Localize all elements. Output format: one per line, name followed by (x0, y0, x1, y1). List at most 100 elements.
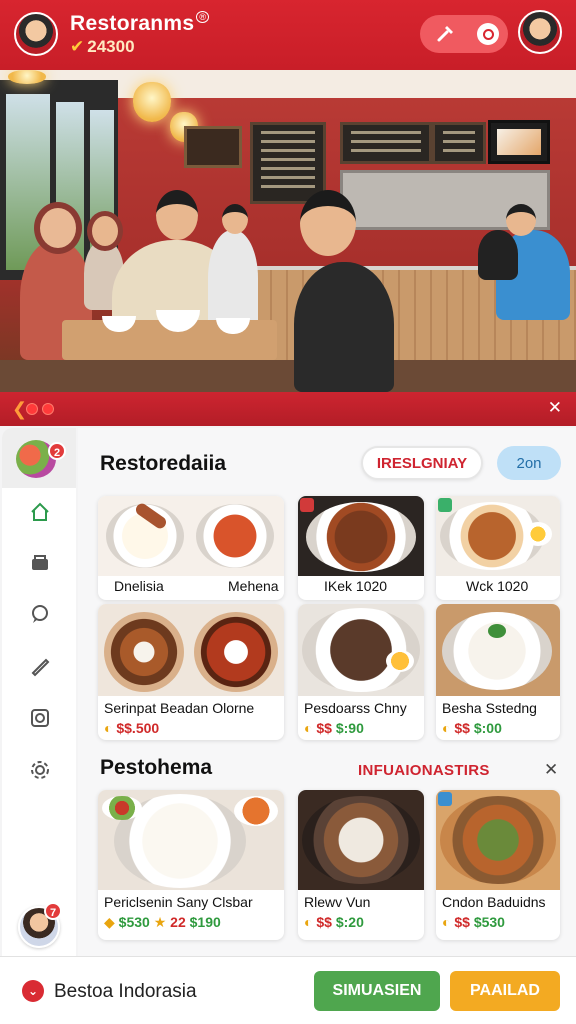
diner-man-2 (294, 262, 394, 392)
item-price: ◐ $$ $:00 (442, 720, 502, 736)
price-icon: ◐ (442, 720, 451, 736)
menu-card[interactable]: Dnelisia Mehena (98, 496, 284, 600)
coin-amount: 24300 (87, 37, 135, 56)
item-price: ◐ $$ $:90 (304, 720, 364, 736)
price-icon: ◆ (104, 914, 115, 930)
close-icon[interactable]: ✕ (548, 398, 562, 418)
price-red: $$ (454, 720, 470, 736)
close-icon[interactable]: ✕ (544, 760, 558, 780)
item-name: Mehena (228, 578, 279, 594)
top-bar: Restoranms ® ✔ 24300 (0, 0, 576, 70)
home-icon[interactable] (28, 500, 52, 524)
item-name: Periclsenin Sany Clsbar (104, 894, 253, 910)
pendant-lamp (133, 82, 171, 122)
profile-avatar[interactable] (518, 10, 562, 54)
price-green: $:90 (335, 720, 364, 736)
menu-board (432, 122, 486, 164)
tag-icon[interactable] (28, 654, 52, 678)
item-name: Rlewv Vun (304, 894, 371, 910)
price-green: $:20 (335, 914, 364, 930)
store-icon[interactable] (28, 550, 52, 574)
diner-head (92, 216, 118, 246)
pay-button[interactable]: PAAILAD (450, 971, 560, 1011)
menu-card[interactable]: Serinpat Beadan Olorne ◐ $$.500 (98, 604, 284, 740)
food-photo (98, 790, 284, 890)
app-title: Restoranms ® (70, 11, 210, 36)
location-label[interactable]: Bestoa Indorasia (54, 981, 197, 1003)
diner-head (506, 204, 536, 236)
menu-screen (488, 120, 550, 164)
food-photo (98, 604, 284, 696)
waiter (208, 230, 258, 330)
registered-mark: ® (196, 11, 210, 23)
menu-card[interactable]: Pesdoarss Chny ◐ $$ $:90 (298, 604, 424, 740)
chef-avatar[interactable] (14, 12, 58, 56)
indicator-dot (26, 403, 38, 415)
restaurant-scene (0, 70, 576, 392)
filter-chip-secondary[interactable]: 2on (497, 446, 561, 480)
food-photo (298, 604, 424, 696)
item-price: ◐ $$ $:20 (304, 914, 364, 930)
price-red: $$ (454, 914, 470, 930)
item-name: Cndon Baduidns (442, 894, 546, 910)
search-icon[interactable] (466, 15, 510, 53)
simulation-button[interactable]: SIMUASIEN (314, 971, 440, 1011)
item-price: ◐ $$.500 (104, 720, 159, 736)
price-red: $$ (316, 914, 332, 930)
menu-card[interactable]: Wck 1020 (436, 496, 560, 600)
hammer-icon[interactable] (424, 15, 468, 53)
menu-board (340, 122, 432, 164)
food-photo (436, 790, 560, 890)
floor (0, 360, 576, 392)
sidebar-header: 2 (2, 428, 76, 488)
price-green: $530 (118, 914, 150, 930)
item-price: ◆ $530 ★ 22 $190 (104, 914, 221, 931)
menu-content: Restoredaiia IRESLGNIAY 2on Dnelisia Meh… (78, 428, 576, 958)
star-icon: ★ (153, 914, 167, 930)
menu-card[interactable]: IKek 1020 (298, 496, 424, 600)
price-green: $:00 (473, 720, 502, 736)
action-pill (420, 15, 508, 53)
chevron-left-icon[interactable]: ❮ (12, 399, 27, 420)
filter-chip-primary[interactable]: IRESLGNIAY (361, 446, 483, 480)
footer: ⌄ Bestoa Indorasia SIMUASIEN PAAILAD (0, 956, 576, 1024)
cook (478, 230, 518, 280)
user-badge: 7 (44, 902, 62, 920)
menu-card[interactable]: Periclsenin Sany Clsbar ◆ $530 ★ 22 $190 (98, 790, 284, 940)
food-photo (98, 496, 284, 576)
item-price: ◐ $$ $530 (442, 914, 505, 930)
coin-balance: ✔ 24300 (70, 37, 135, 57)
chat-icon[interactable] (28, 602, 52, 626)
panel-strip: ❮ ✕ (0, 392, 576, 426)
price-icon: ◐ (104, 720, 113, 736)
price-green: $530 (473, 914, 505, 930)
section-title: Pestohema (100, 756, 213, 779)
food-photo (436, 604, 560, 696)
price-icon: ◐ (442, 914, 451, 930)
price-star: 22 (170, 914, 186, 930)
food-photo (436, 496, 560, 576)
item-name: Wck 1020 (466, 578, 529, 594)
menu-card[interactable]: Rlewv Vun ◐ $$ $:20 (298, 790, 424, 940)
pendant-lamp (8, 70, 46, 84)
item-name: Serinpat Beadan Olorne (104, 700, 255, 716)
diner-head (40, 208, 76, 248)
price-icon: ◐ (304, 914, 313, 930)
section-title: Restoredaiia (100, 452, 227, 475)
camera-icon[interactable] (28, 706, 52, 730)
notification-badge: 2 (48, 442, 66, 460)
sidebar: 2 7 (2, 428, 76, 958)
section-link[interactable]: INFUAIONASTIRS (358, 762, 490, 779)
price-red: $$ (316, 720, 332, 736)
menu-card[interactable]: Cndon Baduidns ◐ $$ $530 (436, 790, 560, 940)
indicator-dot (42, 403, 54, 415)
price-icon: ◐ (304, 720, 313, 736)
menu-board (250, 122, 326, 204)
menu-panel: 2 7 Restoredaiia IRESLGNIAY 2on Dnelisia… (0, 426, 576, 1024)
menu-card[interactable]: Besha Sstedng ◐ $$ $:00 (436, 604, 560, 740)
food-photo (298, 790, 424, 890)
checkmark-icon: ✔ (70, 37, 85, 56)
price-green: $190 (189, 914, 221, 930)
price-red: $$.500 (116, 720, 160, 736)
settings-icon[interactable] (28, 758, 52, 782)
